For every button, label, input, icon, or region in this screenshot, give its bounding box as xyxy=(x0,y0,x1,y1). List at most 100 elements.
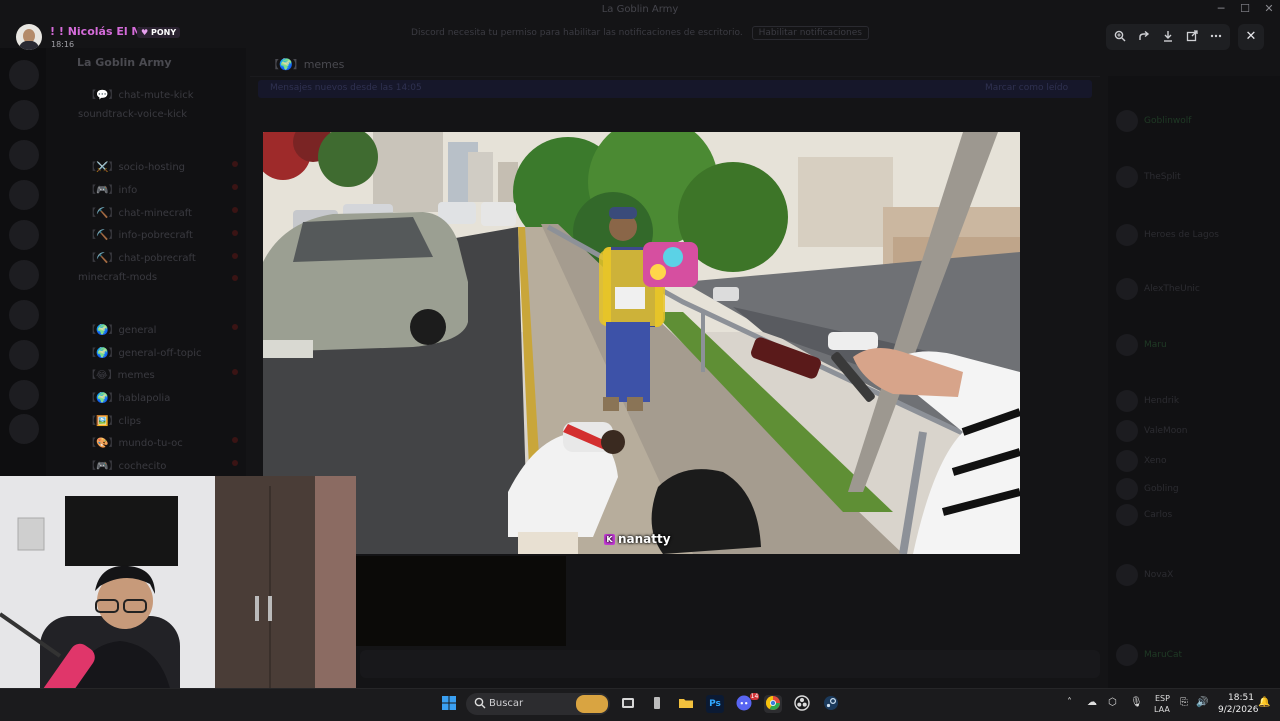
unread-indicator xyxy=(232,437,238,443)
server-icon[interactable] xyxy=(9,220,39,250)
channel-item[interactable]: 【🌍】hablapolia xyxy=(86,389,170,404)
member-name[interactable]: TheSplit xyxy=(1144,172,1181,182)
more-icon[interactable] xyxy=(1208,30,1224,44)
video-thumbnail[interactable] xyxy=(356,556,566,646)
channel-item[interactable]: 【💬】chat-mute-kick xyxy=(86,86,194,101)
media-image[interactable] xyxy=(263,132,1020,554)
member-name[interactable]: Xeno xyxy=(1144,456,1167,466)
clock-date[interactable]: 9/2/2026 xyxy=(1218,705,1258,715)
member-name[interactable]: ValeMoon xyxy=(1144,426,1188,436)
maximize-button[interactable]: ☐ xyxy=(1233,2,1257,15)
server-icon[interactable] xyxy=(9,300,39,330)
member-avatar[interactable] xyxy=(1116,390,1138,412)
channel-item[interactable]: 【😂】memes xyxy=(86,366,155,381)
open-external-icon[interactable] xyxy=(1184,30,1200,44)
channel-item[interactable]: 【🎨】mundo-tu-oc xyxy=(86,434,183,449)
member-name[interactable]: Gobling xyxy=(1144,484,1179,494)
chevron-up-icon[interactable]: ˄ xyxy=(1067,697,1072,708)
member-avatar[interactable] xyxy=(1116,450,1138,472)
minimize-button[interactable]: ─ xyxy=(1209,2,1233,15)
member-avatar[interactable] xyxy=(1116,110,1138,132)
member-name[interactable]: AlexTheUnic xyxy=(1144,284,1200,294)
discord-notification-badge: 14 xyxy=(750,693,759,700)
chrome-icon[interactable] xyxy=(764,695,782,713)
close-icon[interactable]: ✕ xyxy=(1238,24,1264,50)
server-icon[interactable] xyxy=(9,180,39,210)
windows-start-icon[interactable] xyxy=(440,695,458,713)
channel-item[interactable]: 【🎮】cochecito xyxy=(86,457,166,472)
channel-item[interactable]: 【⛏️】chat-minecraft xyxy=(86,204,192,219)
file-explorer-icon[interactable] xyxy=(677,695,695,713)
member-name[interactable]: Goblinwolf xyxy=(1144,116,1191,126)
member-name[interactable]: Maru xyxy=(1144,340,1167,350)
server-icon[interactable] xyxy=(9,260,39,290)
window-close-button[interactable]: ✕ xyxy=(1257,2,1280,15)
search-icon xyxy=(474,697,488,711)
server-icon[interactable] xyxy=(9,340,39,370)
member-avatar[interactable] xyxy=(1116,478,1138,500)
avatar[interactable] xyxy=(16,24,42,50)
member-avatar[interactable] xyxy=(1116,644,1138,666)
add-server-icon[interactable] xyxy=(9,380,39,410)
language-indicator[interactable]: ESP xyxy=(1155,694,1170,703)
window-title: La Goblin Army xyxy=(601,4,679,15)
channel-item[interactable]: 【⛏️】chat-pobrecraft xyxy=(86,249,196,264)
network-icon[interactable]: ⎘ xyxy=(1180,697,1188,708)
message-composer[interactable] xyxy=(360,650,1100,678)
street-scene xyxy=(263,132,1020,554)
explore-icon[interactable] xyxy=(9,414,39,444)
server-icon[interactable] xyxy=(9,140,39,170)
notification-permission-bar: Discord necesita tu permiso para habilit… xyxy=(0,26,1280,40)
mark-as-read-button[interactable]: Marcar como leído xyxy=(985,83,1068,93)
unread-indicator xyxy=(232,253,238,259)
member-avatar[interactable] xyxy=(1116,224,1138,246)
member-avatar[interactable] xyxy=(1116,420,1138,442)
heart-icon: ♥ xyxy=(141,28,149,37)
server-name[interactable]: La Goblin Army xyxy=(77,56,172,69)
member-avatar[interactable] xyxy=(1116,278,1138,300)
channel-item[interactable]: 【⛏️】info-pobrecraft xyxy=(86,226,193,241)
channel-item[interactable]: 【🌍】general-off-topic xyxy=(86,344,202,359)
search-highlight-icon[interactable] xyxy=(576,695,608,713)
member-name[interactable]: Carlos xyxy=(1144,510,1172,520)
steam-icon[interactable] xyxy=(822,695,840,713)
onedrive-icon[interactable]: ☁ xyxy=(1087,697,1097,708)
channel-item[interactable]: 【🌍】general xyxy=(86,321,156,336)
member-name[interactable]: MaruCat xyxy=(1144,650,1182,660)
forward-icon[interactable] xyxy=(1136,30,1152,44)
server-icon[interactable] xyxy=(9,60,39,90)
channel-item[interactable]: soundtrack-voice-kick xyxy=(78,109,187,120)
member-avatar[interactable] xyxy=(1116,564,1138,586)
obs-icon[interactable] xyxy=(793,695,811,713)
task-view-icon[interactable] xyxy=(619,695,637,713)
shield-icon[interactable]: ⬡ xyxy=(1108,697,1117,708)
unread-indicator xyxy=(232,184,238,190)
member-avatar[interactable] xyxy=(1116,504,1138,526)
unread-indicator xyxy=(232,275,238,281)
member-name[interactable]: Heroes de Lagos xyxy=(1144,230,1219,240)
volume-icon[interactable]: 🔊 xyxy=(1196,697,1208,708)
channel-item[interactable]: 【🖼️】clips xyxy=(86,412,141,427)
notifications-icon[interactable]: 🔔 xyxy=(1258,697,1270,708)
unread-indicator xyxy=(232,324,238,330)
download-icon[interactable] xyxy=(1160,30,1176,44)
enable-notifications-button[interactable]: Habilitar notificaciones xyxy=(751,26,869,40)
clock-time[interactable]: 18:51 xyxy=(1228,693,1254,703)
keyboard-layout[interactable]: LAA xyxy=(1154,705,1170,714)
channel-item[interactable]: 【⚔️】socio-hosting xyxy=(86,158,185,173)
notice-text: Discord necesita tu permiso para habilit… xyxy=(411,28,743,38)
server-icon[interactable] xyxy=(9,100,39,130)
app-icon[interactable] xyxy=(648,695,666,713)
channel-item[interactable]: 【🎮】info xyxy=(86,181,137,196)
channel-item[interactable]: minecraft-mods xyxy=(78,272,157,283)
photoshop-icon[interactable]: Ps xyxy=(706,695,724,713)
search-label: Buscar xyxy=(489,698,524,709)
member-name[interactable]: NovaX xyxy=(1144,570,1173,580)
new-messages-text: Mensajes nuevos desde las 14:05 xyxy=(270,83,422,93)
overlay-username-tag: Knanatty xyxy=(604,532,671,546)
member-avatar[interactable] xyxy=(1116,334,1138,356)
microphone-icon[interactable]: 🎙 xyxy=(1130,697,1143,708)
member-name[interactable]: Hendrik xyxy=(1144,396,1179,406)
zoom-in-icon[interactable] xyxy=(1112,30,1128,44)
member-avatar[interactable] xyxy=(1116,166,1138,188)
